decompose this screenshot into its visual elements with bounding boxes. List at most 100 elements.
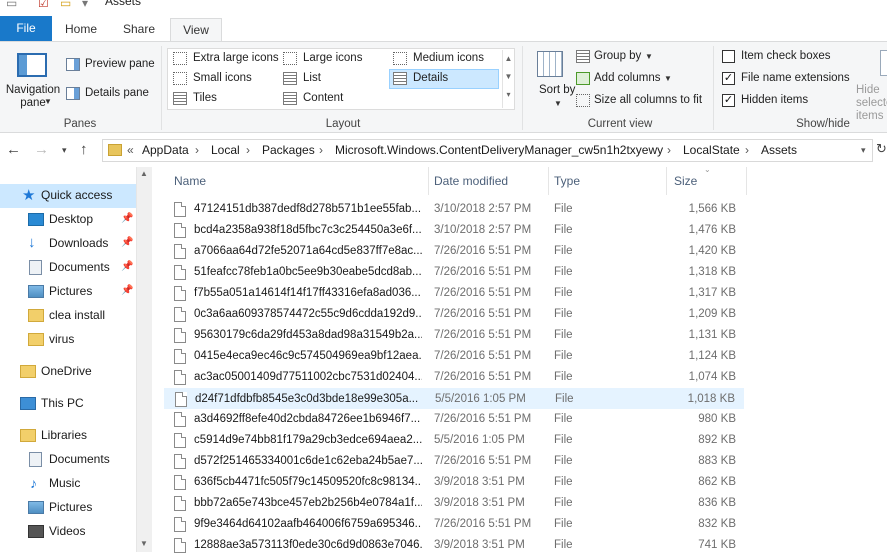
details-pane-button[interactable]: Details pane	[85, 87, 149, 99]
tab-file[interactable]: File	[0, 16, 52, 41]
breadcrumb-localstate[interactable]: LocalState	[683, 143, 740, 157]
item-check-boxes-checkbox[interactable]	[722, 50, 735, 63]
pin-icon[interactable]: 📌	[121, 237, 133, 248]
pin-icon[interactable]: 📌	[121, 285, 133, 296]
up-arrow-icon[interactable]: ↑	[80, 141, 88, 158]
nav-item-clea-install[interactable]: clea install	[0, 304, 136, 328]
tab-view[interactable]: View	[170, 18, 222, 41]
file-row[interactable]: a3d4692ff8efe40d2cbda84726ee1b6946f7... 7…	[164, 409, 744, 430]
new-folder-icon[interactable]: ▭	[60, 0, 71, 10]
scroll-down-icon[interactable]: ▼	[140, 539, 148, 548]
file-row[interactable]: f7b55a051a14614f14f17ff43316efa8ad036...…	[164, 283, 744, 304]
layout-details[interactable]: Details	[413, 72, 448, 84]
nav-item-library-pictures[interactable]: Pictures	[0, 496, 136, 520]
ribbon: Navigation pane ▼ Preview pane Details p…	[0, 41, 887, 133]
nav-pane-scrollbar[interactable]: ▲ ▼	[136, 167, 152, 552]
nav-item-virus[interactable]: virus	[0, 328, 136, 352]
breadcrumb-local[interactable]: Local	[211, 143, 240, 157]
column-header-type[interactable]: Type	[546, 167, 666, 195]
file-row[interactable]: 51feafcc78feb1a0bc5ee9b30eabe5dcd8ab... 7…	[164, 262, 744, 283]
address-bar[interactable]: « AppData › Local › Packages › Microsoft…	[102, 139, 873, 162]
tab-home[interactable]: Home	[56, 18, 106, 41]
navigation-pane-icon[interactable]	[17, 53, 47, 77]
content-icon	[283, 92, 297, 105]
sort-by-icon[interactable]	[537, 51, 563, 77]
hide-selected-items-button[interactable]: Hide selected items	[856, 84, 887, 123]
file-row[interactable]: 47124151db387dedf8d278b571b1ee55fab... 3/…	[164, 199, 744, 220]
chevron-right-icon[interactable]: ›	[246, 143, 250, 157]
forward-arrow-icon[interactable]: →	[34, 141, 49, 158]
nav-item-onedrive[interactable]: OneDrive	[0, 360, 136, 384]
properties-icon[interactable]: ☑	[38, 0, 49, 10]
chevron-right-icon[interactable]: ›	[745, 143, 749, 157]
nav-item-downloads[interactable]: ↓ Downloads 📌	[0, 232, 136, 256]
file-row[interactable]: a7066aa64d72fe52071a64cd5e837ff7e8ac... 7…	[164, 241, 744, 262]
breadcrumb-packages[interactable]: Packages	[262, 143, 315, 157]
column-divider[interactable]	[746, 167, 747, 195]
file-row[interactable]: c5914d9e74bb81f179a29cb3edce694aea2... 5/…	[164, 430, 744, 451]
file-type: File	[554, 203, 573, 215]
overflow-chevron-icon[interactable]: «	[127, 143, 134, 157]
file-row[interactable]: ac3ac05001409d77511002cbc7531d02404... 7/…	[164, 367, 744, 388]
column-header-size[interactable]: Size	[666, 167, 746, 195]
layout-tiles[interactable]: Tiles	[193, 92, 217, 104]
pin-icon[interactable]: 📌	[121, 213, 133, 224]
size-all-columns-button[interactable]: Size all columns to fit	[594, 94, 702, 106]
window-title: Assets	[105, 0, 142, 8]
chevron-right-icon[interactable]: ›	[195, 143, 199, 157]
breadcrumb-content-delivery-manager[interactable]: Microsoft.Windows.ContentDeliveryManager…	[335, 143, 663, 157]
document-icon	[29, 452, 42, 467]
recent-locations-chevron-icon[interactable]: ▾	[62, 145, 67, 156]
navigation-pane-button[interactable]: Navigation pane	[4, 84, 62, 110]
chevron-right-icon[interactable]: ›	[667, 143, 671, 157]
file-row[interactable]: 95630179c6da29fd453a8dad98a31549b2a... 7/…	[164, 325, 744, 346]
back-arrow-icon[interactable]: ←	[6, 141, 21, 158]
file-row[interactable]: 9f9e3464d64102aafb464006f6759a695346... 7…	[164, 514, 744, 535]
layout-gallery-scroll[interactable]: ▲ ▼ ▾	[502, 50, 514, 108]
nav-item-this-pc[interactable]: This PC	[0, 392, 136, 416]
quick-access-dropdown-icon[interactable]: ▾	[82, 0, 88, 10]
column-header-name[interactable]: Name	[166, 167, 428, 195]
file-row[interactable]: d572f251465334001c6de1c62eba24b5ae7... 7/…	[164, 451, 744, 472]
nav-item-libraries[interactable]: Libraries	[0, 424, 136, 448]
chevron-right-icon[interactable]: ›	[319, 143, 323, 157]
hide-selected-items-icon[interactable]	[880, 50, 887, 76]
scroll-up-icon[interactable]: ▲	[140, 169, 148, 178]
nav-item-documents[interactable]: Documents 📌	[0, 256, 136, 280]
layout-content[interactable]: Content	[303, 92, 343, 104]
pin-icon[interactable]: 📌	[121, 261, 133, 272]
nav-item-library-documents[interactable]: Documents	[0, 448, 136, 472]
nav-item-desktop[interactable]: Desktop 📌	[0, 208, 136, 232]
sort-by-button[interactable]: Sort by	[539, 84, 575, 97]
file-row[interactable]: 0c3a6aa609378574472c55c9d6cdda192d9... 7/…	[164, 304, 744, 325]
layout-small-icons[interactable]: Small icons	[193, 72, 252, 84]
file-type: File	[554, 350, 573, 362]
nav-item-pictures[interactable]: Pictures 📌	[0, 280, 136, 304]
breadcrumb-assets[interactable]: Assets	[761, 143, 797, 157]
refresh-icon[interactable]: ↻	[876, 141, 887, 157]
file-row[interactable]: 12888ae3a573113f0ede30c6d9d0863e7046... 3…	[164, 535, 744, 556]
layout-extra-large-icons[interactable]: Extra large icons	[193, 52, 279, 64]
file-type: File	[554, 245, 573, 257]
hidden-items-checkbox[interactable]: ✓	[722, 94, 735, 107]
tab-share[interactable]: Share	[114, 18, 164, 41]
file-size: 862 KB	[698, 476, 736, 488]
chevron-down-icon[interactable]: ▾	[861, 145, 866, 156]
file-row[interactable]: 636f5cb4471fc505f79c14509520fc8c98134...…	[164, 472, 744, 493]
breadcrumb-appdata[interactable]: AppData	[142, 143, 189, 157]
layout-large-icons[interactable]: Large icons	[303, 52, 362, 64]
file-row[interactable]: d24f71dfdbfb8545e3c0d3bde18e99e305a... 5/…	[164, 388, 744, 409]
add-columns-button[interactable]: Add columns	[594, 72, 660, 84]
file-row[interactable]: bcd4a2358a938f18d5fbc7c3c254450a3e6f... 3…	[164, 220, 744, 241]
preview-pane-button[interactable]: Preview pane	[85, 58, 155, 70]
nav-item-library-videos[interactable]: Videos	[0, 520, 136, 544]
file-name-extensions-checkbox[interactable]: ✓	[722, 72, 735, 85]
group-by-button[interactable]: Group by	[594, 50, 641, 62]
layout-medium-icons[interactable]: Medium icons	[413, 52, 484, 64]
file-row[interactable]: 0415e4eca9ec46c9c574504969ea9bf12aea... 7…	[164, 346, 744, 367]
nav-item-library-music[interactable]: ♪ Music	[0, 472, 136, 496]
layout-list[interactable]: List	[303, 72, 321, 84]
file-row[interactable]: bbb72a65e743bce457eb2b256b4e0784a1f... 3/…	[164, 493, 744, 514]
column-header-date-modified[interactable]: Date modified	[426, 167, 548, 195]
nav-item-quick-access[interactable]: ★ Quick access	[0, 184, 136, 208]
